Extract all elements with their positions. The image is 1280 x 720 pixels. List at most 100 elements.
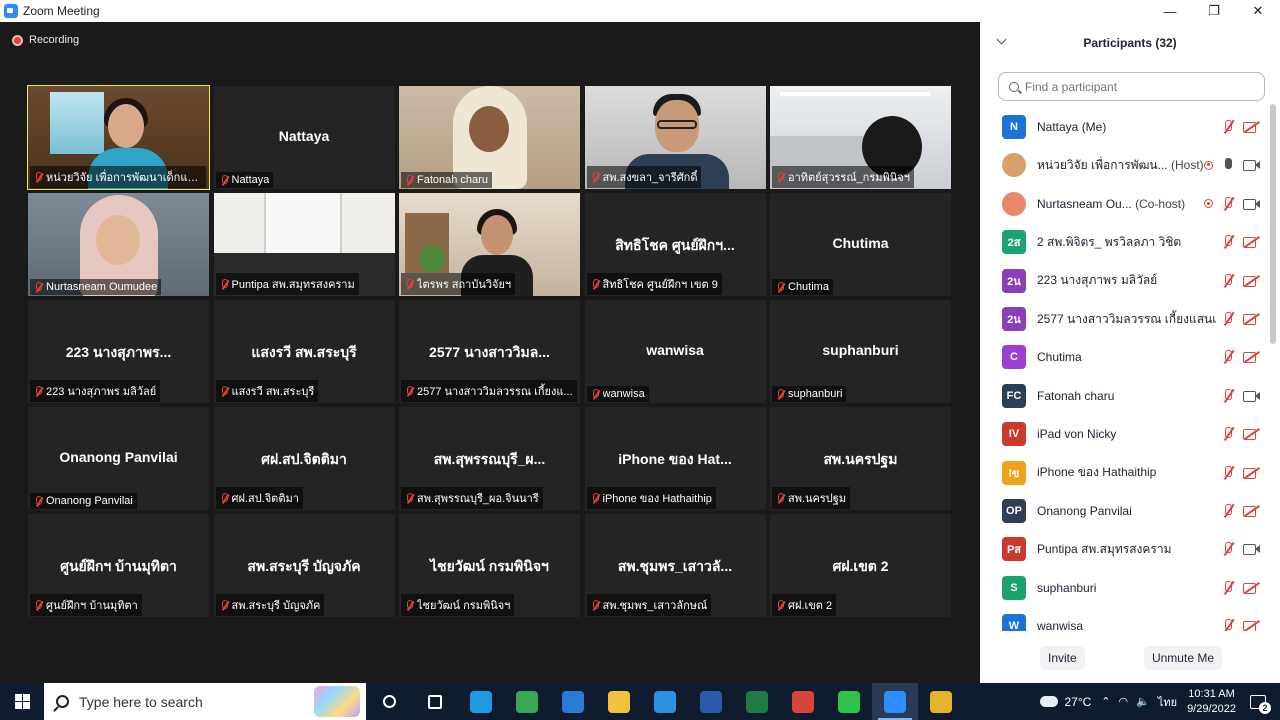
video-tile[interactable]: iPhone ของ Hat... iPhone ของ Hathaithip <box>584 407 766 510</box>
video-tile[interactable]: สพ.สุพรรณบุรี_ผ... สพ.สุพรรณบุรี_ผอ.จินนา… <box>399 407 580 510</box>
camera-off-icon[interactable] <box>1243 582 1260 594</box>
language-indicator[interactable]: ไทย <box>1158 693 1177 711</box>
mic-muted-icon[interactable] <box>1221 580 1235 595</box>
store-taskbar-button[interactable] <box>550 683 596 720</box>
mic-muted-icon[interactable] <box>1221 504 1235 518</box>
collapse-chevron-icon[interactable] <box>996 34 1007 45</box>
video-tile[interactable]: แสงรวี สพ.สระบุรี แสงรวี สพ.สระบุรี <box>213 300 395 403</box>
video-tile[interactable]: ศูนย์ฝึกฯ บ้านมุทิตา ศูนย์ฝึกฯ บ้านมุทิตา <box>28 514 209 617</box>
video-tile[interactable]: wanwisa wanwisa <box>584 300 766 403</box>
line-taskbar-button[interactable] <box>826 683 872 720</box>
chevron-up-icon[interactable]: ⌃ <box>1101 695 1110 708</box>
mic-muted-icon[interactable] <box>1221 350 1235 364</box>
chrome-profile-taskbar-button[interactable] <box>780 683 826 720</box>
participant-row[interactable]: หน่วยวิจัย เพื่อการพัฒน... (Host) <box>980 146 1270 184</box>
camera-off-icon[interactable] <box>1243 505 1260 517</box>
weather-widget[interactable]: 27°C <box>1040 691 1091 709</box>
participant-row[interactable]: Iข iPhone ของ Hathaithip <box>980 454 1270 492</box>
search-highlight-icon[interactable] <box>314 686 360 717</box>
camera-off-icon[interactable] <box>1243 236 1260 249</box>
invite-button[interactable]: Invite <box>1040 646 1085 670</box>
mic-muted-icon[interactable] <box>1221 312 1235 326</box>
participant-search[interactable] <box>998 72 1265 101</box>
video-tile[interactable]: หน่วยวิจัย เพื่อการพัฒนาเด็กและเยา... <box>27 85 210 190</box>
camera-off-icon[interactable] <box>1243 467 1260 479</box>
participant-row[interactable]: OP Onanong Panvilai <box>980 492 1270 530</box>
wifi-icon[interactable]: ◠ <box>1119 695 1129 708</box>
participant-row[interactable]: Nurtasneam Ou... (Co-host) <box>980 185 1270 223</box>
participant-row[interactable]: IV iPad von Nicky <box>980 415 1270 453</box>
file-explorer-taskbar-button[interactable] <box>596 683 642 720</box>
edge-taskbar-button[interactable] <box>458 683 504 720</box>
video-tile[interactable]: Fatonah charu <box>399 86 580 189</box>
camera-on-icon[interactable] <box>1243 390 1260 402</box>
participant-row[interactable]: 2น 2577 นางสาววิมลวรรณ เกี้ยงแสนเมือง <box>980 300 1270 338</box>
recording-indicator[interactable]: Recording <box>12 34 79 46</box>
chrome-2-taskbar-button[interactable] <box>918 683 964 720</box>
task-view-button[interactable] <box>412 683 458 720</box>
mic-muted-icon[interactable] <box>1221 120 1235 134</box>
participant-row[interactable]: Ssuphanburi <box>980 569 1270 607</box>
video-tile[interactable]: 2577 นางสาววิมล... 2577 นางสาววิมลวรรณ เก… <box>399 300 580 403</box>
video-tile[interactable]: Puntipa สพ.สมุทรสงคราม <box>213 193 395 296</box>
camera-on-icon[interactable] <box>1243 543 1260 556</box>
video-tile[interactable]: Onanong Panvilai Onanong Panvilai <box>28 407 209 510</box>
video-tile[interactable]: สพ.ชุมพร_เสาวลั... สพ.ชุมพร_เสาวลักษณ์ <box>584 514 766 617</box>
participant-row[interactable]: 2ส 2 สพ.พิจิตร_ พรวิลลภา วิชิต <box>980 223 1270 261</box>
participant-row[interactable]: 2น 223 นางสุภาพร มลิวัลย์ <box>980 262 1270 300</box>
mic-muted-icon[interactable] <box>1221 465 1235 480</box>
word-taskbar-button[interactable] <box>688 683 734 720</box>
participant-row[interactable]: Wwanwisa <box>980 607 1270 631</box>
close-button[interactable]: ✕ <box>1236 0 1280 22</box>
camera-on-icon[interactable] <box>1243 198 1260 210</box>
mic-muted-icon[interactable] <box>1221 427 1235 441</box>
taskbar-search-box[interactable]: Type here to search <box>44 683 366 720</box>
video-tile[interactable]: ไตรพร สถาบันวิจัยฯ <box>399 193 580 296</box>
mic-muted-icon[interactable] <box>1221 235 1235 249</box>
unmute-me-button[interactable]: Unmute Me <box>1143 646 1222 670</box>
video-tile[interactable]: ศฝ.สป.จิตติมา ศฝ.สป.จิตติมา <box>213 407 395 510</box>
mic-muted-icon[interactable] <box>1221 196 1235 211</box>
participant-list-scrollbar[interactable] <box>1270 104 1276 344</box>
camera-off-icon[interactable] <box>1243 121 1260 133</box>
participant-row[interactable]: FC Fatonah charu <box>980 377 1270 415</box>
mic-muted-icon[interactable] <box>1221 619 1235 631</box>
mic-muted-icon[interactable] <box>1221 273 1235 288</box>
video-tile[interactable]: ศฝ.เขต 2 ศฝ.เขต 2 <box>770 514 951 617</box>
video-tile[interactable]: Nurtasneam Oumudee <box>28 193 209 296</box>
camera-on-icon[interactable] <box>1243 159 1260 172</box>
start-button[interactable] <box>0 683 44 720</box>
camera-off-icon[interactable] <box>1243 351 1260 364</box>
restore-button[interactable]: ❐ <box>1192 0 1236 22</box>
taskbar-clock[interactable]: 10:31 AM 9/29/2022 <box>1187 687 1236 717</box>
participant-row[interactable]: Pส Puntipa สพ.สมุทรสงคราม <box>980 530 1270 568</box>
video-tile[interactable]: สพ.สงขลา_จารีศักดิ์ <box>584 86 766 189</box>
video-tile[interactable]: สพ.นครปฐม สพ.นครปฐม <box>770 407 951 510</box>
participant-search-input[interactable] <box>1025 79 1255 94</box>
camera-off-icon[interactable] <box>1243 313 1260 325</box>
participant-row[interactable]: C Chutima <box>980 338 1270 376</box>
video-tile[interactable]: 223 นางสุภาพร... 223 นางสุภาพร มลิวัลย์ <box>28 300 209 403</box>
mic-muted-icon[interactable] <box>1221 542 1235 556</box>
video-tile[interactable]: ไชยวัฒน์ กรมพินิจฯ ไชยวัฒน์ กรมพินิจฯ <box>399 514 580 617</box>
camera-off-icon[interactable] <box>1243 428 1260 441</box>
video-tile[interactable]: สิทธิโชค ศูนย์ฝึกฯ... สิทธิโชค ศูนย์ฝึกฯ … <box>584 193 766 296</box>
video-tile[interactable]: Chutima Chutima <box>770 193 951 296</box>
video-tile[interactable]: สพ.สระบุรี บัญจภัค สพ.สระบุรี บัญจภัค <box>213 514 395 617</box>
camera-off-icon[interactable] <box>1243 620 1260 631</box>
camera-off-icon[interactable] <box>1243 275 1260 287</box>
chrome-taskbar-button[interactable] <box>504 683 550 720</box>
cortana-button[interactable] <box>366 683 412 720</box>
notification-icon[interactable]: 2 <box>1250 694 1271 714</box>
minimize-button[interactable]: — <box>1148 0 1192 22</box>
zoom-taskbar-button[interactable] <box>872 683 918 720</box>
mic-on-icon[interactable] <box>1221 158 1235 172</box>
mail-taskbar-button[interactable] <box>642 683 688 720</box>
video-tile[interactable]: suphanburi suphanburi <box>770 300 951 403</box>
mic-muted-icon[interactable] <box>1221 388 1235 403</box>
participant-row[interactable]: N Nattaya (Me) <box>980 108 1270 146</box>
video-tile[interactable]: Nattaya Nattaya <box>213 86 395 189</box>
video-tile[interactable]: อาทิตย์สุวรรณ์_กรมพินิจฯ <box>770 86 951 189</box>
speaker-icon[interactable]: 🔈 <box>1136 695 1150 708</box>
excel-taskbar-button[interactable] <box>734 683 780 720</box>
